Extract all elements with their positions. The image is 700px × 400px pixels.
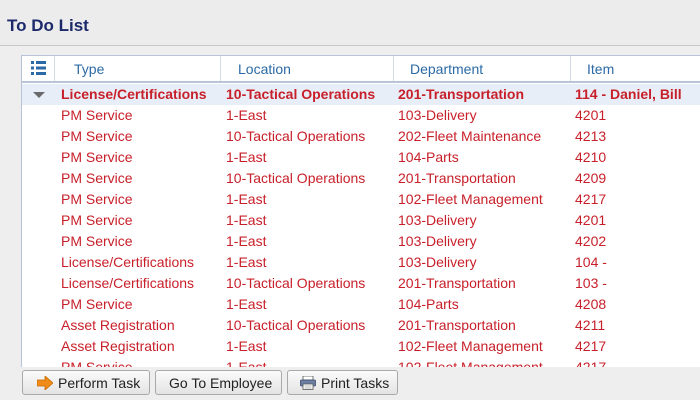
column-header-type[interactable]: Type — [55, 56, 221, 81]
title-bar: To Do List — [0, 0, 700, 46]
page-title: To Do List — [7, 16, 89, 35]
cell-item: 4208 — [575, 296, 607, 312]
cell-item: 4209 — [575, 170, 607, 186]
cell-department: 202-Fleet Maintenance — [398, 128, 542, 144]
cell-item: 4217 — [575, 338, 607, 354]
column-header-label: Item — [587, 61, 615, 77]
cell-location: 1-East — [226, 212, 267, 228]
cell-item: 4213 — [575, 128, 607, 144]
cell-department: 201-Transportation — [398, 170, 516, 186]
cell-type: PM Service — [61, 191, 133, 207]
column-header-label: Location — [238, 61, 291, 77]
column-header-item[interactable]: Item — [571, 56, 700, 81]
cell-department: 102-Fleet Management — [398, 191, 543, 207]
cell-type: PM Service — [61, 107, 133, 123]
cell-type: PM Service — [61, 233, 133, 249]
arrow-right-icon — [37, 376, 53, 390]
cell-department: 103-Delivery — [398, 107, 477, 123]
perform-task-button[interactable]: Perform Task — [22, 370, 150, 395]
column-header-department[interactable]: Department — [394, 56, 571, 81]
cell-department: 103-Delivery — [398, 254, 477, 270]
cell-location: 10-Tactical Operations — [226, 128, 366, 144]
cell-location: 10-Tactical Operations — [226, 275, 366, 291]
cell-type: PM Service — [61, 149, 133, 165]
cell-location: 1-East — [226, 107, 267, 123]
go-to-employee-button[interactable]: Go To Employee — [155, 370, 282, 395]
cell-department: 102-Fleet Management — [398, 338, 543, 354]
todo-grid: Type Location Department Item License/Ce… — [21, 55, 700, 369]
cell-item: 4211 — [575, 317, 606, 333]
cell-department: 103-Delivery — [398, 233, 477, 249]
cell-type: PM Service — [61, 170, 133, 186]
cell-department: 104-Parts — [398, 296, 459, 312]
caret-down-icon[interactable] — [33, 92, 45, 98]
printer-icon — [300, 376, 316, 390]
table-row[interactable]: PM Service 1-East 103-Delivery 4202 — [22, 231, 700, 252]
table-row[interactable]: PM Service 10-Tactical Operations 202-Flee… — [22, 126, 700, 147]
cell-department: 104-Parts — [398, 149, 459, 165]
print-tasks-label: Print Tasks — [321, 375, 390, 391]
column-header-label: Department — [410, 61, 484, 77]
table-row[interactable]: PM Service 1-East 102-Fleet Management 4217 — [22, 189, 700, 210]
table-row[interactable]: Asset Registration 1-East 102-Fleet Manage… — [22, 336, 700, 357]
table-row[interactable]: PM Service 1-East 103-Delivery 4201 — [22, 210, 700, 231]
column-menu-cell[interactable] — [22, 56, 55, 81]
perform-task-label: Perform Task — [58, 375, 141, 391]
table-row[interactable]: PM Service 1-East 104-Parts 4208 — [22, 294, 700, 315]
toolbar: Perform Task Go To Employee Print Tasks — [0, 367, 700, 400]
cell-location: 1-East — [226, 233, 267, 249]
cell-location: 10-Tactical Operations — [226, 317, 366, 333]
table-row[interactable]: License/Certifications 10-Tactical Operat… — [22, 84, 700, 105]
column-header-label: Type — [74, 61, 105, 77]
cell-department: 201-Transportation — [398, 317, 516, 333]
cell-item: 4201 — [575, 107, 607, 123]
cell-item: 104 - — [575, 254, 607, 270]
cell-item: 4210 — [575, 149, 607, 165]
cell-type: Asset Registration — [61, 338, 175, 354]
cell-type: License/Certifications — [61, 254, 195, 270]
cell-department: 103-Delivery — [398, 212, 477, 228]
cell-type: PM Service — [61, 128, 133, 144]
cell-type: License/Certifications — [61, 275, 195, 291]
grid-header: Type Location Department Item — [22, 56, 700, 83]
cell-item: 4201 — [575, 212, 607, 228]
go-to-employee-label: Go To Employee — [169, 375, 273, 391]
table-row[interactable]: PM Service 10-Tactical Operations 201-Tran… — [22, 168, 700, 189]
cell-location: 10-Tactical Operations — [226, 170, 366, 186]
cell-location: 1-East — [226, 254, 267, 270]
table-row[interactable]: License/Certifications 1-East 103-Delivery… — [22, 252, 700, 273]
column-header-location[interactable]: Location — [221, 56, 394, 81]
cell-item: 103 - — [575, 275, 607, 291]
cell-item: 114 - Daniel, Bill — [575, 86, 682, 102]
cell-location: 1-East — [226, 338, 267, 354]
cell-type: PM Service — [61, 296, 133, 312]
cell-location: 1-East — [226, 296, 267, 312]
cell-department: 201-Transportation — [398, 275, 516, 291]
cell-location: 1-East — [226, 149, 267, 165]
table-row[interactable]: PM Service 1-East 104-Parts 4210 — [22, 147, 700, 168]
table-row[interactable]: License/Certifications 10-Tactical Operat… — [22, 273, 700, 294]
cell-item: 4202 — [575, 233, 607, 249]
cell-type: License/Certifications — [61, 86, 207, 102]
list-icon[interactable] — [31, 61, 46, 75]
table-row[interactable]: Asset Registration 10-Tactical Operations… — [22, 315, 700, 336]
cell-location: 10-Tactical Operations — [226, 86, 376, 102]
cell-type: PM Service — [61, 212, 133, 228]
cell-location: 1-East — [226, 191, 267, 207]
table-row[interactable]: PM Service 1-East 103-Delivery 4201 — [22, 105, 700, 126]
cell-item: 4217 — [575, 191, 607, 207]
cell-type: Asset Registration — [61, 317, 175, 333]
cell-department: 201-Transportation — [398, 86, 525, 102]
print-tasks-button[interactable]: Print Tasks — [287, 370, 398, 395]
